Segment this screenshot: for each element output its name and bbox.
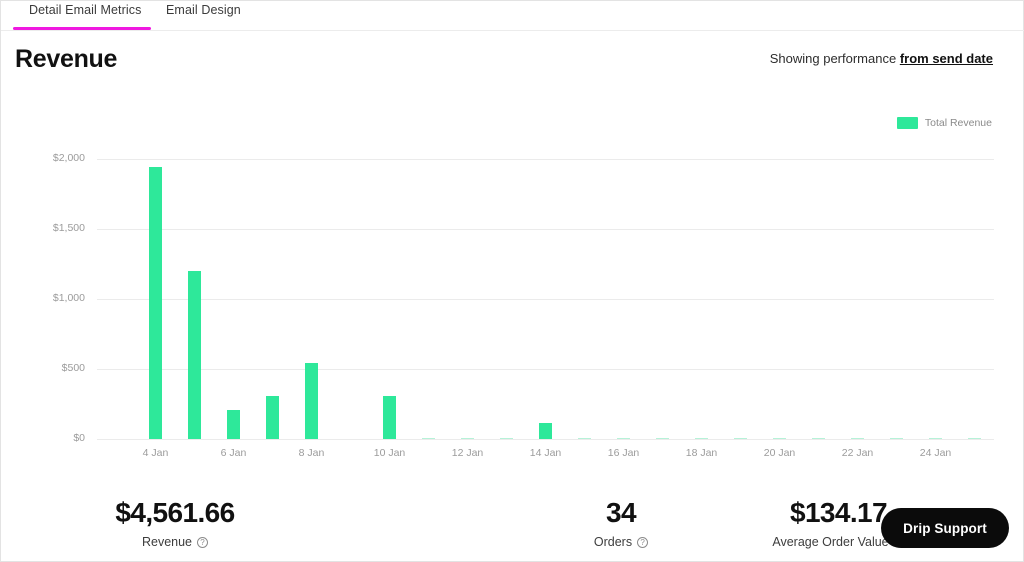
- chart-bar[interactable]: [422, 437, 435, 439]
- summary-stats: $4,561.66 Revenue 34 Orders $134.17 Aver…: [1, 496, 1024, 562]
- x-axis-tick-label: 12 Jan: [451, 447, 484, 459]
- revenue-bar-chart: $0 $500 $1,000 $1,500 $2,000 4 Jan 6 Jan 8 Jan 1…: [1, 101, 1024, 471]
- gridline: [97, 299, 994, 300]
- revenue-report-page: Detail Email Metrics Email Design Revenu…: [0, 0, 1024, 562]
- stat-revenue: $4,561.66 Revenue: [45, 496, 305, 549]
- chart-bar[interactable]: [773, 437, 786, 439]
- stat-revenue-label-row: Revenue: [45, 535, 305, 549]
- y-axis-gridline: $0: [73, 432, 994, 444]
- chart-bar[interactable]: [383, 395, 396, 439]
- chart-bar[interactable]: [695, 437, 708, 439]
- y-axis-tick-label: $2,000: [52, 152, 85, 164]
- chart-bar[interactable]: [890, 437, 903, 439]
- chart-bar[interactable]: [578, 437, 591, 439]
- chart-bar[interactable]: [539, 422, 552, 439]
- y-axis-gridline: $1,000: [53, 292, 994, 304]
- gridline: [97, 159, 994, 160]
- chart-bar[interactable]: [266, 395, 279, 439]
- stat-orders-label-row: Orders: [541, 535, 701, 549]
- x-axis-tick-label: 22 Jan: [841, 447, 874, 459]
- x-axis-tick-label: 4 Jan: [142, 447, 169, 459]
- help-icon[interactable]: [637, 536, 649, 549]
- gridline: [97, 369, 994, 370]
- y-axis-tick-label: $500: [61, 362, 85, 374]
- gridline: [97, 439, 994, 440]
- y-axis-tick-label: $1,000: [52, 292, 85, 304]
- x-axis-tick-label: 20 Jan: [763, 447, 796, 459]
- y-axis-gridline: $1,500: [53, 222, 994, 234]
- chart-bar[interactable]: [149, 167, 162, 439]
- drip-support-button[interactable]: Drip Support: [881, 508, 1009, 548]
- chart-bar[interactable]: [812, 437, 825, 439]
- performance-note: Showing performance from send date: [770, 51, 993, 66]
- y-axis-tick-label: $0: [73, 432, 85, 444]
- y-axis-gridline: $500: [62, 362, 994, 374]
- chart-bar[interactable]: [227, 410, 240, 439]
- tab-email-design[interactable]: Email Design: [164, 3, 243, 26]
- x-axis-tick-label: 8 Jan: [298, 447, 325, 459]
- from-send-date-link[interactable]: from send date: [900, 51, 993, 66]
- x-axis-tick-label: 24 Jan: [919, 447, 952, 459]
- x-axis-tick-label: 6 Jan: [220, 447, 247, 459]
- chart-bar[interactable]: [461, 437, 474, 439]
- stat-revenue-label: Revenue: [141, 535, 193, 549]
- chart-bar[interactable]: [188, 271, 201, 439]
- y-axis-tick-label: $1,500: [52, 222, 85, 234]
- chart-bar[interactable]: [968, 437, 981, 439]
- active-tab-indicator: [13, 27, 151, 30]
- x-axis-tick-label: 14 Jan: [529, 447, 562, 459]
- stat-orders: 34 Orders: [541, 496, 701, 549]
- page-title: Revenue: [15, 45, 118, 73]
- performance-note-prefix: Showing performance: [769, 51, 900, 66]
- x-axis-tick-label: 18 Jan: [685, 447, 718, 459]
- gridline: [97, 229, 994, 230]
- tab-bar: Detail Email Metrics Email Design: [1, 1, 1024, 31]
- stat-revenue-value: $4,561.66: [115, 497, 235, 528]
- help-icon[interactable]: [197, 536, 209, 549]
- chart-bar[interactable]: [617, 437, 630, 439]
- x-axis-tick-label: 16 Jan: [607, 447, 640, 459]
- chart-bar[interactable]: [851, 437, 864, 439]
- chart-bar[interactable]: [500, 437, 513, 439]
- x-axis-tick-label: 10 Jan: [373, 447, 406, 459]
- stat-orders-label: Orders: [593, 535, 633, 549]
- chart-bar[interactable]: [929, 437, 942, 439]
- tab-detail-email-metrics[interactable]: Detail Email Metrics: [27, 3, 143, 26]
- stat-orders-value: 34: [606, 497, 637, 528]
- stat-average-order-value-label: Average Order Value: [772, 535, 889, 549]
- chart-plot-area: $0 $500 $1,000 $1,500 $2,000 4 Jan 6 Jan 8 Jan 1…: [53, 145, 994, 459]
- y-axis-gridline: $2,000: [53, 152, 994, 164]
- chart-bar[interactable]: [305, 362, 318, 439]
- chart-bar[interactable]: [734, 437, 747, 439]
- chart-bar[interactable]: [656, 437, 669, 439]
